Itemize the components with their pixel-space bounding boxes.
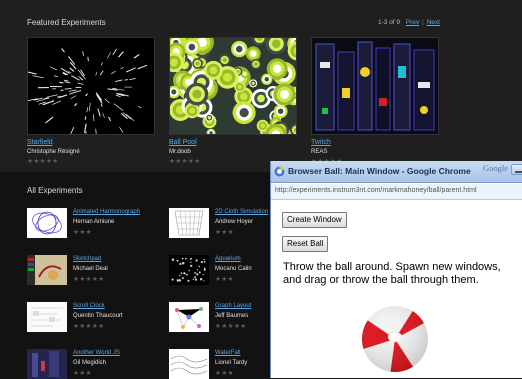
experiment-name-scroll-clock[interactable]: Scroll Clock	[73, 303, 105, 309]
experiment-name-graph-layout[interactable]: Graph Layout	[215, 303, 251, 309]
featured-thumb-twitch[interactable]	[311, 37, 439, 135]
featured-rating-starfield: ★★★★★	[27, 157, 59, 165]
featured-thumb-ball-pool[interactable]	[169, 37, 297, 135]
experiment-rating-cloth: ★★★	[215, 228, 234, 236]
experiment-author-graph-layout: Jeff Baumes	[215, 313, 248, 319]
experiment-author-aquarium: Mocanu Calin	[215, 266, 252, 272]
experiment-thumb-sketchpad[interactable]	[27, 255, 67, 285]
address-bar[interactable]: http://experiments.instrum3nt.com/markma…	[271, 184, 522, 200]
pager: 1-3 of 9 Prev | Next	[378, 19, 440, 26]
featured-title: Featured Experiments	[27, 18, 106, 27]
experiment-author-harmonograph: Hernan Amiune	[73, 219, 114, 225]
experiment-thumb-harmonograph[interactable]	[27, 208, 67, 238]
experiment-author-sketchpad: Michael Deal	[73, 266, 108, 272]
starfield-image	[28, 38, 155, 135]
experiment-rating-another-world: ★★★	[73, 369, 92, 377]
experiment-thumb-graph-layout[interactable]	[169, 302, 209, 332]
pager-range: 1-3 of 9	[378, 19, 400, 26]
experiment-thumb-another-world[interactable]	[27, 349, 67, 379]
pager-prev-link[interactable]: Prev	[406, 19, 419, 26]
experiment-rating-waterfall: ★★★	[215, 369, 234, 377]
experiment-author-another-world: Gil Megidish	[73, 360, 106, 366]
featured-author-starfield: Christophe Résigné	[27, 149, 80, 155]
browser-ball-window: Browser Ball: Main Window - Google Chrom…	[270, 161, 522, 378]
experiment-rating-scroll-clock: ★★★★★	[73, 322, 105, 330]
experiment-rating-sketchpad: ★★★★★	[73, 275, 105, 283]
all-experiments-title: All Experiments	[27, 186, 83, 195]
experiment-thumb-aquarium[interactable]	[169, 255, 209, 285]
featured-thumb-starfield[interactable]	[27, 37, 155, 135]
experiment-rating-graph-layout: ★★★★★	[215, 322, 247, 330]
pager-separator: |	[422, 19, 424, 26]
experiment-thumb-cloth[interactable]	[169, 208, 209, 238]
featured-author-ball-pool: Mr.doob	[169, 149, 191, 155]
window-titlebar[interactable]: Browser Ball: Main Window - Google Chrom…	[271, 161, 522, 183]
chrome-app-icon	[274, 166, 285, 177]
featured-name-twitch[interactable]: Twitch	[311, 139, 331, 146]
featured-name-starfield[interactable]: Starfield	[27, 139, 53, 146]
featured-rating-ball-pool: ★★★★★	[169, 157, 201, 165]
experiment-thumb-waterfall[interactable]	[169, 349, 209, 379]
experiment-author-waterfall: Lionel Tardy	[215, 360, 247, 366]
url-text[interactable]: http://experiments.instrum3nt.com/markma…	[275, 187, 477, 194]
experiment-rating-aquarium: ★★★	[215, 275, 234, 283]
experiment-name-sketchpad[interactable]: Sketchpad	[73, 256, 101, 262]
featured-author-twitch: REAS	[311, 149, 327, 155]
experiment-rating-harmonograph: ★★★	[73, 228, 92, 236]
minimize-icon[interactable]	[511, 164, 522, 175]
featured-name-ball-pool[interactable]: Ball Pool	[169, 139, 197, 146]
reset-ball-button[interactable]: Reset Ball	[282, 236, 328, 252]
beach-ball[interactable]	[359, 303, 431, 375]
google-brand: Google	[483, 163, 508, 173]
pager-next-link[interactable]: Next	[427, 19, 440, 26]
experiment-name-aquarium[interactable]: Aquarium	[215, 256, 241, 262]
experiment-thumb-scroll-clock[interactable]	[27, 302, 67, 332]
experiment-author-cloth: Andrew Hoyer	[215, 219, 253, 225]
experiment-name-waterfall[interactable]: WaterFall	[215, 350, 240, 356]
create-window-button[interactable]: Create Window	[282, 212, 347, 228]
experiment-name-harmonograph[interactable]: Animated Harmonograph	[73, 209, 140, 215]
twitch-image	[312, 38, 439, 135]
experiment-author-scroll-clock: Quentin Thaucourt	[73, 313, 123, 319]
instructions-text: Throw the ball around. Spawn new windows…	[283, 261, 515, 286]
experiment-name-another-world[interactable]: Another World JS	[73, 350, 120, 356]
experiment-name-cloth[interactable]: 2D Cloth Simulation	[215, 209, 268, 215]
window-title: Browser Ball: Main Window - Google Chrom…	[288, 166, 471, 176]
ball-pool-image	[170, 38, 297, 135]
